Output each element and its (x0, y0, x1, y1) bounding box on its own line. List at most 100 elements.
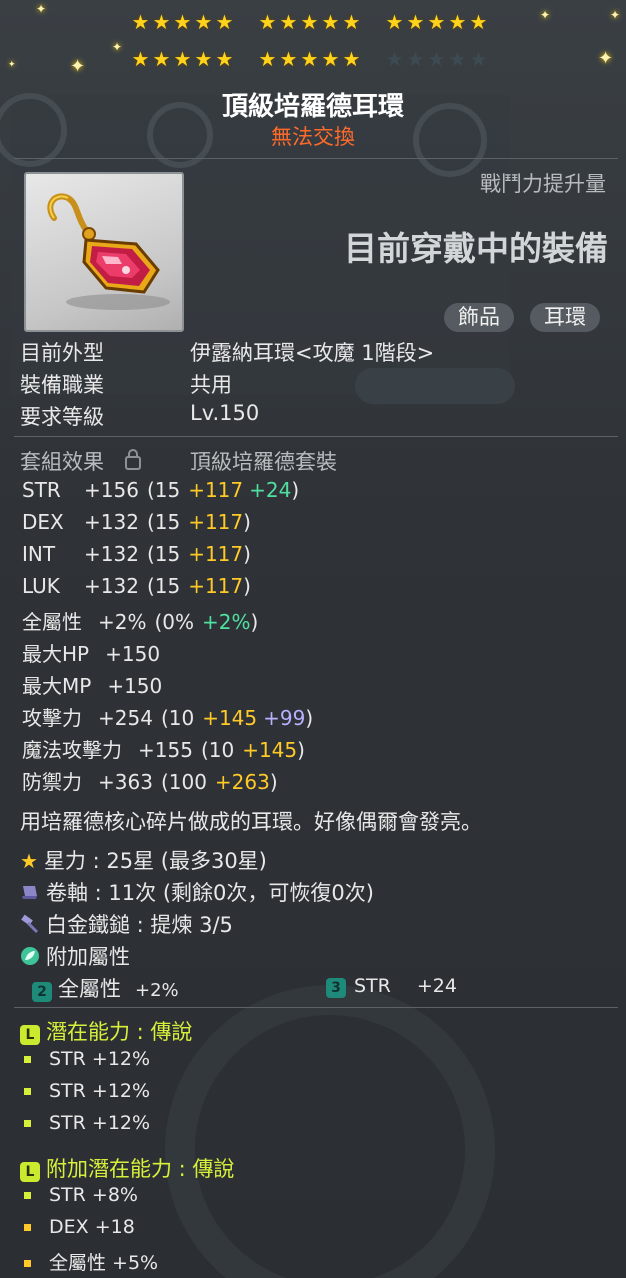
star-force-info: ★ 星力 : 25星 (最多30星) (20, 845, 267, 875)
potential-header: L 潛在能力 : 傳說 (20, 1016, 192, 1046)
empty-star-icon: ★ (385, 47, 404, 71)
stat-row: LUK +132 (15 +117) (22, 574, 251, 598)
item-tooltip: ✦ ✦ ✦ ✦ ✦ ✦ ✦ ★ ★ ★ ★ ★ ★ ★ ★ ★ ★ ★ ★ ★ ★ ★ ★ ★ ★ ★ ★ ★ ★ ★ ★ ★… (0, 0, 626, 1278)
info-label: 要求等級 (20, 405, 104, 429)
stat-bonus-primary: +145 (202, 706, 258, 730)
sparkle-icon: ✦ (598, 48, 614, 69)
category-tag-accessory: 飾品 (444, 303, 514, 332)
item-icon-frame (24, 172, 184, 332)
stat-total: +132 (84, 574, 139, 598)
bullet-icon (24, 1088, 31, 1095)
legendary-badge-icon: L (20, 1162, 40, 1182)
star-group: ★ ★ ★ ★ ★ (257, 49, 362, 69)
filled-star-icon: ★ (342, 10, 361, 34)
stat-base: (15 (146, 510, 181, 534)
pink-gem-earring-icon (47, 193, 170, 310)
potential-line-text: DEX +18 (49, 1216, 135, 1238)
stat-row: 防禦力 +363 (100 +263) (22, 766, 278, 795)
stat-base: (15 (146, 478, 181, 502)
stat-bonus-secondary: +24 (249, 478, 292, 502)
flame-stat-name: STR (354, 975, 391, 997)
potential-line: 全屬性 +5% (24, 1248, 158, 1275)
filled-star-icon: ★ (152, 10, 171, 34)
sparkle-icon: ✦ (610, 8, 621, 22)
hammer-icon (20, 914, 40, 939)
bullet-icon (24, 1192, 31, 1199)
bullet-icon (24, 1120, 31, 1127)
stat-close-paren: ) (243, 510, 251, 534)
info-label: 裝備職業 (20, 373, 104, 397)
bonus-stat-header: 附加屬性 (20, 941, 130, 971)
star-force-text: 星力 : 25星 (最多30星) (43, 849, 267, 873)
set-effect-label: 套組效果 (20, 450, 104, 474)
filled-star-icon: ★ (215, 47, 234, 71)
filled-star-icon: ★ (321, 10, 340, 34)
power-increase-label: 戰鬥力提升量 (480, 172, 606, 196)
stat-bonus-primary: +117 (188, 478, 244, 502)
empty-star-icon: ★ (448, 47, 467, 71)
potential-title: 潛在能力 : 傳說 (46, 1020, 193, 1044)
stat-row: 最大MP +150 (22, 670, 170, 699)
potential-line: STR +8% (24, 1184, 138, 1206)
stat-row: 攻擊力 +254 (10 +145 +99) (22, 702, 313, 731)
bonus-potential-header: L 附加潛在能力 : 傳說 (20, 1153, 234, 1183)
filled-star-icon: ★ (131, 47, 150, 71)
stat-name: 最大HP (22, 642, 90, 666)
item-name: 頂級培羅德耳環 (221, 92, 404, 122)
stat-total: +150 (107, 674, 163, 698)
info-value: 共用 (190, 373, 232, 397)
filled-star-icon: ★ (258, 10, 277, 34)
legendary-badge-icon: L (20, 1025, 40, 1045)
stat-row: INT +132 (15 +117) (22, 542, 251, 566)
star-group: ★ ★ ★ ★ ★ (257, 12, 362, 32)
filled-star-icon: ★ (321, 47, 340, 71)
filled-star-icon: ★ (258, 47, 277, 71)
flame-stat-str: 3 STR +24 (326, 973, 457, 998)
bullet-icon (24, 1056, 31, 1063)
flame-stat-value: +24 (416, 975, 457, 997)
stat-close-paren: ) (305, 706, 314, 730)
stat-close-paren: ) (269, 770, 278, 794)
filled-star-icon: ★ (385, 10, 404, 34)
stat-base: (15 (146, 542, 181, 566)
filled-star-icon: ★ (173, 10, 192, 34)
stat-bonus-primary: +117 (188, 510, 244, 534)
bonus-stat-title: 附加屬性 (46, 945, 130, 969)
stat-row: 全屬性 +2% (0% +2%) (22, 606, 258, 635)
stat-base: (100 (160, 770, 207, 794)
info-label: 目前外型 (20, 341, 104, 365)
star-group: ★ ★ ★ ★ ★ (130, 12, 235, 32)
potential-line: DEX +18 (24, 1216, 135, 1238)
lock-icon (124, 448, 142, 475)
flame-stat-allstat: 2 全屬性 +2% (32, 973, 179, 1003)
stat-close-paren: ) (243, 542, 251, 566)
potential-line-text: 全屬性 +5% (49, 1252, 159, 1274)
stat-bonus-primary: +117 (188, 574, 244, 598)
potential-line-text: STR +12% (49, 1112, 151, 1134)
stat-close-paren: ) (250, 610, 259, 634)
stat-bonus-primary: +263 (214, 770, 270, 794)
filled-star-icon: ★ (131, 10, 150, 34)
empty-star-icon: ★ (469, 47, 488, 71)
bullet-icon (24, 1260, 31, 1267)
scroll-text: 卷軸 : 11次 (剩餘0次，可恢復0次) (46, 881, 374, 905)
bonus-potential-title: 附加潛在能力 : 傳說 (46, 1157, 235, 1181)
divider (14, 1007, 618, 1008)
stat-total: +150 (105, 642, 161, 666)
stat-name: INT (22, 542, 56, 566)
potential-line-text: STR +12% (49, 1080, 151, 1102)
filled-star-icon: ★ (194, 10, 213, 34)
stat-row: DEX +132 (15 +117) (22, 510, 251, 534)
stat-total: +363 (98, 770, 153, 794)
stat-name: 防禦力 (22, 770, 82, 794)
stat-name: LUK (22, 574, 60, 598)
scroll-info: 卷軸 : 11次 (剩餘0次，可恢復0次) (20, 877, 374, 907)
potential-line: STR +12% (24, 1112, 150, 1134)
stat-bonus-primary: +117 (188, 542, 244, 566)
leaf-icon (20, 946, 40, 971)
filled-star-icon: ★ (406, 10, 425, 34)
stat-bonus-primary: +2% (202, 610, 251, 634)
flame-stat-name: 全屬性 (58, 977, 121, 1001)
hammer-text: 白金鐵鎚 : 提煉 3/5 (46, 913, 233, 937)
stat-close-paren: ) (243, 574, 251, 598)
